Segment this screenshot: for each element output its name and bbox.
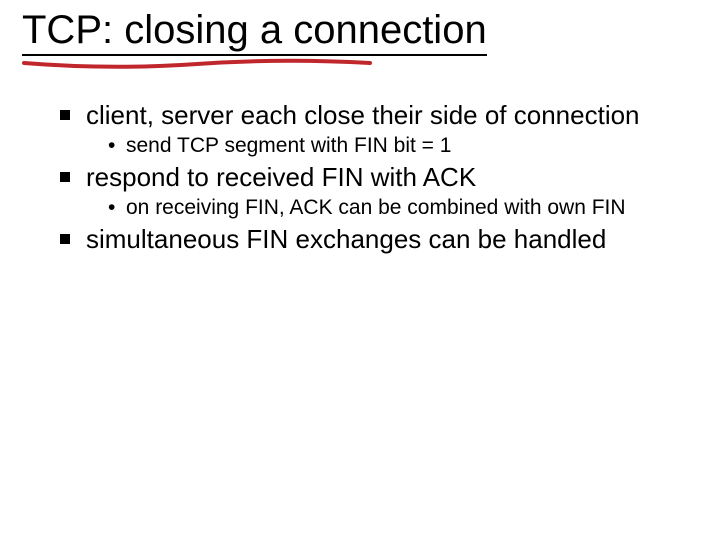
title-container: TCP: closing a connection xyxy=(22,8,487,56)
sub-bullet-text: send TCP segment with FIN bit = 1 xyxy=(126,134,451,157)
bullet-text: client, server each close their side of … xyxy=(86,100,640,130)
bullet-text: respond to received FIN with ACK xyxy=(86,162,476,192)
bullet-item: client, server each close their side of … xyxy=(60,100,680,158)
bullet-text: simultaneous FIN exchanges can be handle… xyxy=(86,224,606,254)
sub-bullet-list: send TCP segment with FIN bit = 1 xyxy=(86,133,680,158)
bullet-list: client, server each close their side of … xyxy=(60,100,680,254)
sub-bullet-list: on receiving FIN, ACK can be combined wi… xyxy=(86,195,680,220)
bullet-item: simultaneous FIN exchanges can be handle… xyxy=(60,224,680,255)
slide-title: TCP: closing a connection xyxy=(22,8,487,56)
sub-bullet-item: on receiving FIN, ACK can be combined wi… xyxy=(108,195,680,220)
sub-bullet-text: on receiving FIN, ACK can be combined wi… xyxy=(126,196,626,219)
content-area: client, server each close their side of … xyxy=(60,100,680,256)
bullet-item: respond to received FIN with ACK on rece… xyxy=(60,162,680,220)
title-annotation-underline xyxy=(22,57,372,77)
sub-bullet-item: send TCP segment with FIN bit = 1 xyxy=(108,133,680,158)
slide: TCP: closing a connection client, server… xyxy=(0,0,720,540)
